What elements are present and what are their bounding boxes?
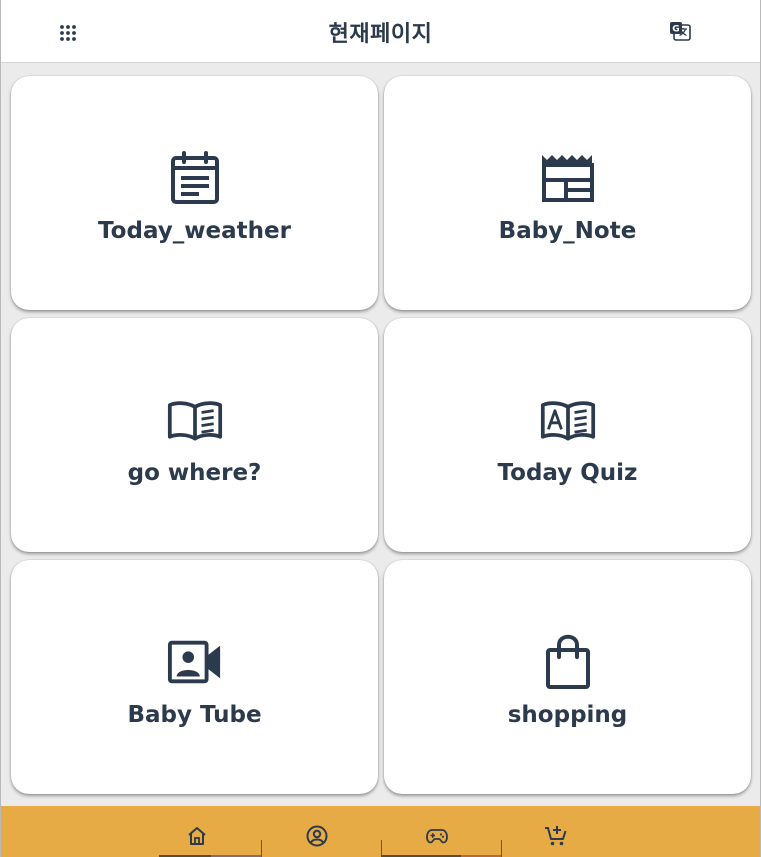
nav-divider [501, 840, 502, 857]
menu-card-grid: Today_weather Baby_Note go where? Today … [11, 76, 752, 794]
card-label: Today Quiz [497, 460, 638, 486]
top-app-bar: 현재페이지 G [1, 0, 760, 63]
video-contact-icon [167, 634, 223, 690]
cart-add-icon[interactable] [542, 822, 570, 850]
home-icon[interactable] [183, 822, 211, 850]
card-label: Today_weather [98, 218, 291, 244]
svg-text:G: G [672, 25, 679, 35]
book-letter-a-icon [540, 392, 596, 448]
card-today-weather[interactable]: Today_weather [11, 76, 378, 310]
card-label: go where? [127, 460, 262, 486]
translate-icon[interactable]: G [665, 16, 695, 46]
bottom-navigation-bar [1, 806, 760, 857]
nav-divider [261, 840, 262, 857]
card-today-quiz[interactable]: Today Quiz [384, 318, 751, 552]
newspaper-icon [540, 150, 596, 206]
open-book-icon [167, 392, 223, 448]
shopping-bag-icon [540, 634, 596, 690]
card-baby-note[interactable]: Baby_Note [384, 76, 751, 310]
card-label: shopping [507, 702, 628, 728]
calendar-icon [167, 150, 223, 206]
card-shopping[interactable]: shopping [384, 560, 751, 794]
card-baby-tube[interactable]: Baby Tube [11, 560, 378, 794]
gamepad-icon[interactable] [423, 822, 451, 850]
app-root: 현재페이지 G Today_weather Baby_Note go where… [0, 0, 761, 857]
account-icon[interactable] [303, 822, 331, 850]
page-title: 현재페이지 [328, 22, 433, 47]
card-label: Baby_Note [498, 218, 637, 244]
card-go-where[interactable]: go where? [11, 318, 378, 552]
card-label: Baby Tube [127, 702, 262, 728]
